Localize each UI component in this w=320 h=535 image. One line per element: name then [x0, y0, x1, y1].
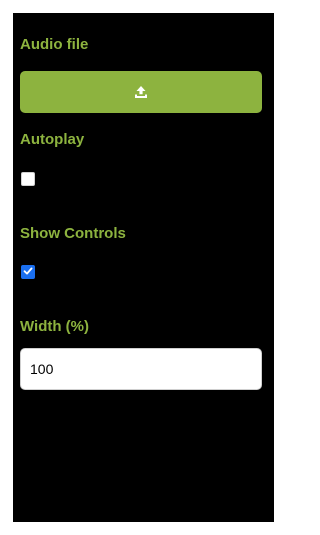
audio-file-label: Audio file [20, 36, 89, 53]
autoplay-label: Autoplay [20, 131, 85, 148]
checkmark-icon [23, 263, 33, 281]
show-controls-label: Show Controls [20, 225, 126, 242]
settings-panel: Audio file Autoplay Show Controls Width … [13, 13, 274, 522]
width-label: Width (%) [20, 318, 90, 335]
show-controls-checkbox[interactable] [21, 265, 35, 279]
width-input[interactable] [20, 348, 262, 390]
upload-icon [134, 85, 148, 99]
audio-file-upload-button[interactable] [20, 71, 262, 113]
autoplay-checkbox[interactable] [21, 172, 35, 186]
